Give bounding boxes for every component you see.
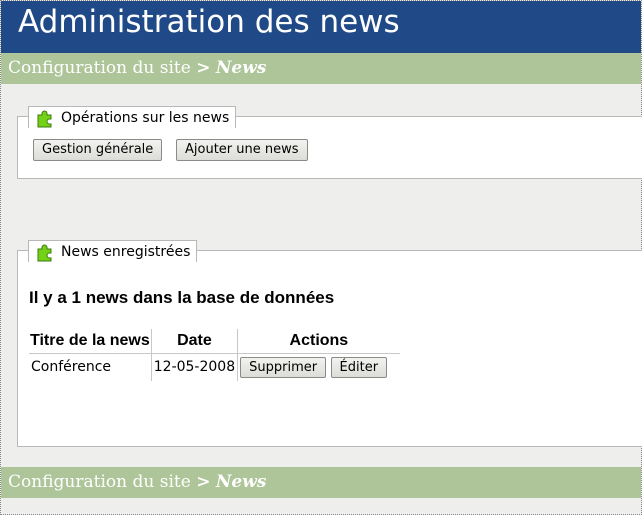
breadcrumb-current: News <box>215 472 267 492</box>
breadcrumb-separator: > <box>196 58 211 78</box>
news-legend-label: News enregistrées <box>61 243 191 260</box>
breadcrumb-bottom: Configuration du site > News <box>1 467 641 498</box>
breadcrumb-site-link[interactable]: Configuration du site <box>8 58 191 78</box>
delete-news-button[interactable]: Supprimer <box>240 356 327 378</box>
column-header-title: Titre de la news <box>29 329 152 353</box>
operations-legend-label: Opérations sur les news <box>61 109 230 126</box>
news-actions-cell: Supprimer Éditer <box>238 353 400 381</box>
news-title-cell: Conférence <box>29 353 152 381</box>
news-count-heading: Il y a 1 news dans la base de données <box>29 288 335 307</box>
page-title: Administration des news <box>18 4 400 40</box>
add-news-button[interactable]: Ajouter une news <box>176 139 308 161</box>
news-table: Titre de la news Date Actions Conférence… <box>29 329 400 381</box>
edit-news-button[interactable]: Éditer <box>330 356 388 378</box>
manage-news-button[interactable]: Gestion générale <box>33 139 163 161</box>
breadcrumb-top: Configuration du site > News <box>1 53 641 84</box>
news-legend: News enregistrées <box>28 240 198 262</box>
operations-fieldset: Opérations sur les news Gestion générale… <box>17 106 642 179</box>
news-date-cell: 12-05-2008 <box>151 353 239 381</box>
operations-legend: Opérations sur les news <box>28 106 237 128</box>
breadcrumb-current: News <box>215 58 267 78</box>
column-header-date: Date <box>151 329 239 353</box>
puzzle-piece-icon <box>35 108 55 128</box>
table-row: Conférence 12-05-2008 Supprimer Éditer <box>29 353 400 381</box>
breadcrumb-separator: > <box>196 472 211 492</box>
column-header-actions: Actions <box>289 331 349 349</box>
breadcrumb-site-link[interactable]: Configuration du site <box>8 472 191 492</box>
puzzle-piece-icon <box>35 242 55 262</box>
page-header: Administration des news <box>1 1 641 53</box>
news-fieldset: News enregistrées Il y a 1 news dans la … <box>17 240 642 447</box>
table-header-row: Titre de la news Date Actions <box>29 329 400 353</box>
